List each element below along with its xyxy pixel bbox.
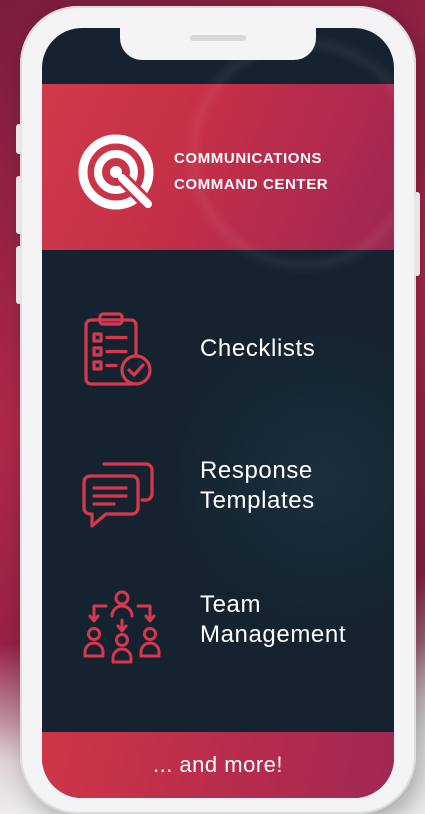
brand-title-line1: COMMUNICATIONS	[174, 150, 323, 167]
feature-checklists[interactable]: Checklists	[80, 310, 380, 406]
feature-label-line1: Response	[200, 457, 313, 484]
footer-text: ... and more!	[152, 752, 283, 777]
target-q-logo-icon	[78, 134, 154, 210]
speaker-grille	[190, 35, 246, 41]
volume-down-button	[16, 246, 22, 304]
footer-banner[interactable]: ... and more!	[42, 732, 394, 798]
chat-bubbles-icon	[82, 462, 154, 528]
app-header: COMMUNICATIONS COMMAND CENTER	[42, 28, 394, 284]
team-hierarchy-icon	[83, 590, 161, 664]
feature-label: Team Management	[200, 590, 346, 650]
brand-title-line2: COMMAND CENTER	[174, 176, 329, 193]
feature-label: Checklists	[200, 334, 315, 364]
feature-label: Response Templates	[200, 456, 315, 516]
feature-response-templates[interactable]: Response Templates	[80, 452, 380, 548]
silent-switch	[16, 124, 22, 154]
clipboard-checklist-icon	[84, 312, 152, 386]
power-button	[414, 192, 420, 276]
feature-label-line1: Team	[200, 591, 262, 618]
volume-up-button	[16, 176, 22, 234]
feature-team-management[interactable]: Team Management	[80, 586, 380, 682]
feature-label-line1: Checklists	[200, 335, 316, 362]
feature-label-line2: Templates	[200, 487, 315, 514]
phone-notch	[120, 28, 316, 60]
feature-label-line2: Management	[200, 621, 347, 648]
phone-screen: COMMUNICATIONS COMMAND CENTER Checklists…	[42, 28, 394, 798]
phone-frame: COMMUNICATIONS COMMAND CENTER Checklists…	[16, 6, 420, 814]
brand-title: COMMUNICATIONS COMMAND CENTER	[174, 146, 384, 198]
